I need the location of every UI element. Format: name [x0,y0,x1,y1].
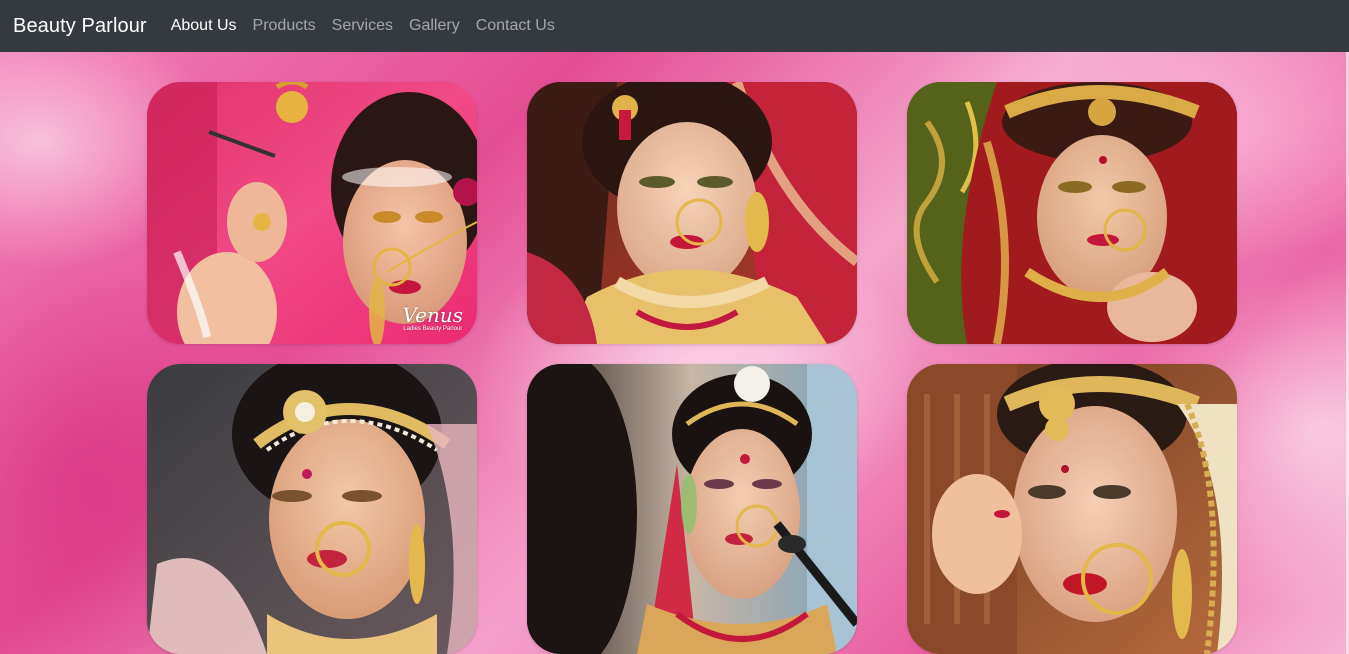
bridal-makeup-photo-4 [147,364,477,654]
watermark-main-text: Venus [402,303,463,327]
bridal-makeup-photo-3 [907,82,1237,344]
gallery-image-6[interactable] [907,364,1237,654]
brand-logo-text[interactable]: Beauty Parlour [13,15,147,38]
gallery-image-2[interactable] [527,82,857,344]
nav-link-gallery[interactable]: Gallery [409,17,460,35]
top-navbar: Beauty Parlour About Us Products Service… [0,0,1349,52]
nav-link-products[interactable]: Products [253,17,316,35]
bridal-makeup-photo-2 [527,82,857,344]
venus-watermark-logo: Venus Ladies Beauty Parlour [403,305,463,332]
nav-link-services[interactable]: Services [332,17,393,35]
nav-link-about-us[interactable]: About Us [171,17,237,35]
nav-links: About Us Products Services Gallery Conta… [171,17,571,35]
gallery-image-1[interactable]: Venus Ladies Beauty Parlour [147,82,477,344]
bridal-makeup-photo-5 [527,364,857,654]
bridal-makeup-photo-6 [907,364,1237,654]
watermark-sub-text: Ladies Beauty Parlour [403,326,463,332]
gallery-image-4[interactable] [147,364,477,654]
gallery-image-3[interactable] [907,82,1237,344]
gallery-image-5[interactable] [527,364,857,654]
nav-link-contact-us[interactable]: Contact Us [476,17,555,35]
